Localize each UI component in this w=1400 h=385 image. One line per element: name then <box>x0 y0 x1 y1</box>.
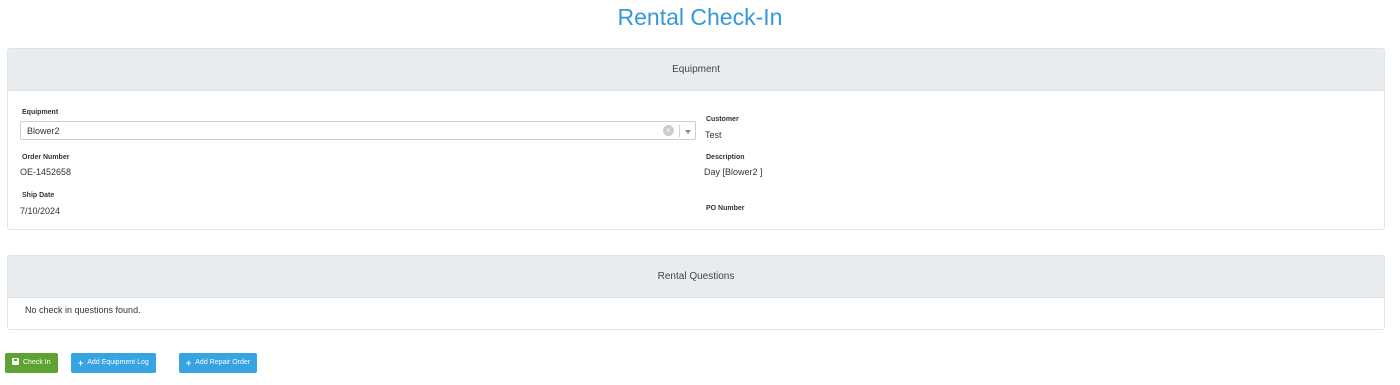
empty-questions-message: No check in questions found. <box>25 305 141 315</box>
equipment-select[interactable]: Blower2 × <box>20 121 696 140</box>
rental-questions-heading: Rental Questions <box>8 256 1384 298</box>
ship-date-label: Ship Date <box>22 192 55 199</box>
check-in-button[interactable]: Check In <box>5 353 58 373</box>
rental-questions-panel: Rental Questions No check in questions f… <box>7 255 1385 330</box>
equipment-label: Equipment <box>22 109 59 116</box>
clear-icon[interactable]: × <box>663 125 674 136</box>
select-divider <box>679 125 680 137</box>
customer-label: Customer <box>706 116 739 123</box>
chevron-down-icon[interactable] <box>685 130 691 134</box>
equipment-panel: Equipment Equipment Blower2 × Order Numb… <box>7 48 1385 230</box>
equipment-panel-heading: Equipment <box>8 49 1384 91</box>
plus-icon: + <box>78 358 84 368</box>
description-value: Day [Blower2 ] <box>704 167 763 177</box>
customer-value: Test <box>705 130 722 140</box>
add-equipment-log-button[interactable]: + Add Equipment Log <box>71 353 156 373</box>
order-number-label: Order Number <box>22 154 70 161</box>
page-title: Rental Check-In <box>617 4 783 30</box>
ship-date-value: 7/10/2024 <box>20 206 61 216</box>
po-number-label: PO Number <box>706 205 745 212</box>
plus-icon: + <box>186 358 192 368</box>
description-label: Description <box>706 154 745 161</box>
add-repair-order-button[interactable]: + Add Repair Order <box>179 353 258 373</box>
check-in-label: Check In <box>23 359 51 366</box>
add-equipment-log-label: Add Equipment Log <box>87 359 149 366</box>
add-repair-order-label: Add Repair Order <box>195 359 251 366</box>
save-icon <box>12 358 19 365</box>
order-number-value: OE-1452658 <box>20 167 72 177</box>
equipment-select-value: Blower2 <box>27 126 60 136</box>
